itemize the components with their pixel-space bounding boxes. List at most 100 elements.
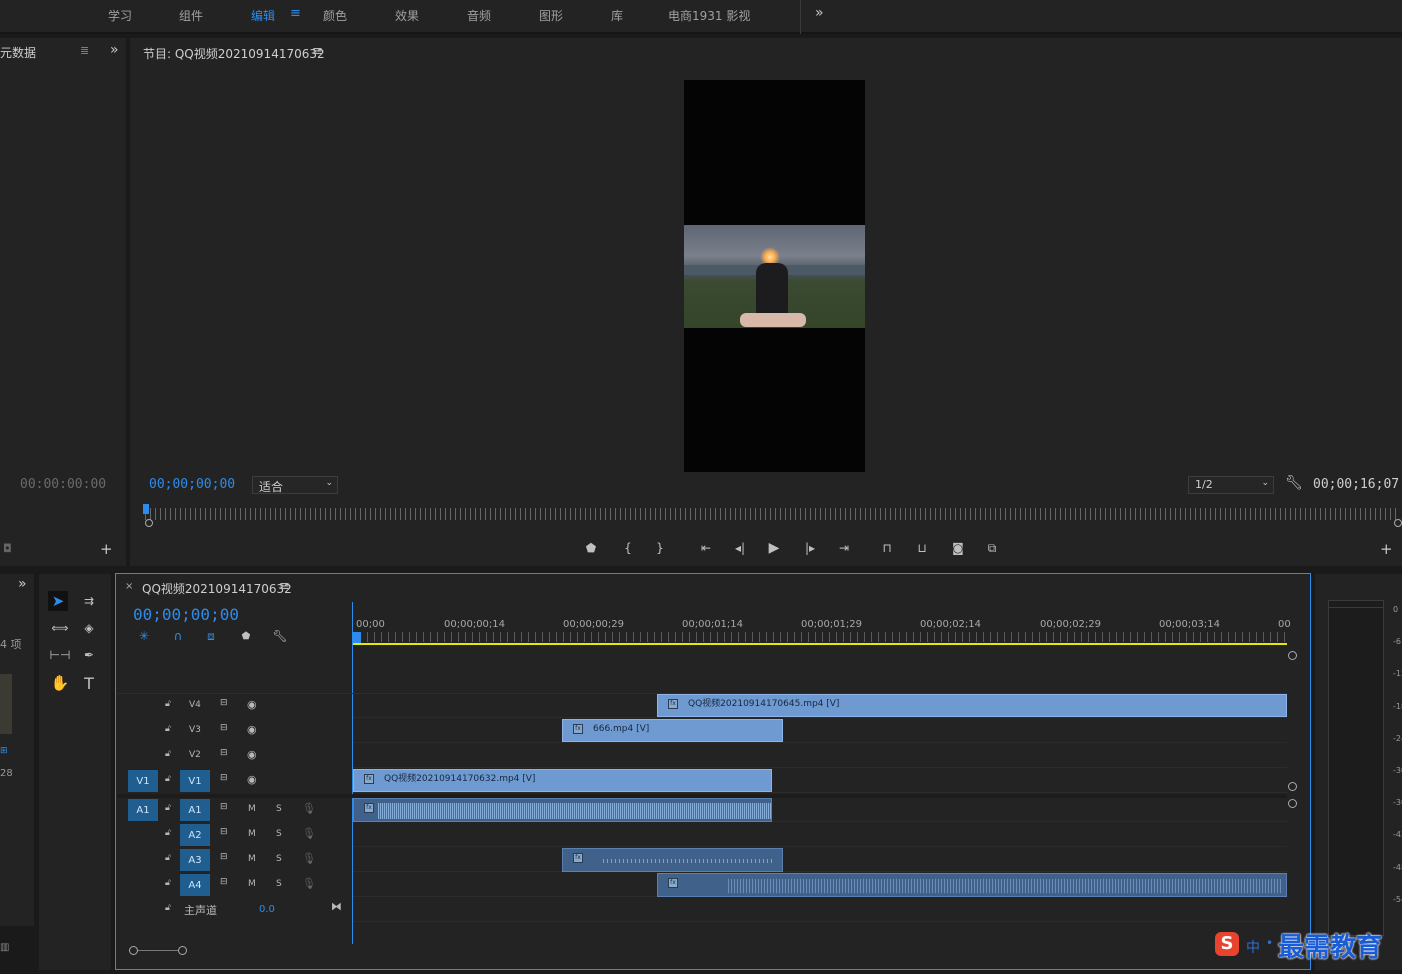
type-tool-icon[interactable]: T (79, 673, 99, 693)
lift-icon[interactable]: ⊓ (877, 538, 897, 558)
metadata-panel-title[interactable]: 元数据 (0, 44, 36, 61)
lock-icon[interactable]: 🔓︎ (165, 699, 171, 709)
workspace-tab-libraries[interactable]: 库 (611, 7, 623, 24)
mark-in-icon[interactable]: { (618, 538, 638, 558)
sync-lock-icon[interactable]: ⊟ (220, 827, 228, 837)
track-target-a4[interactable]: A4 (180, 874, 210, 896)
step-back-icon[interactable]: ◂| (730, 538, 750, 558)
program-monitor-title[interactable]: 节目: QQ视频20210914170632 (143, 45, 325, 62)
go-to-in-icon[interactable]: ⇤ (696, 538, 716, 558)
workspace-tab-color[interactable]: 颜色 (323, 7, 347, 24)
mute-button[interactable]: M (248, 804, 256, 814)
wrench-icon[interactable]: 🔧︎ (1285, 475, 1303, 491)
timeline-ruler[interactable] (353, 632, 1287, 642)
project-thumbnail[interactable] (0, 674, 12, 734)
scroll-handle-left[interactable] (129, 946, 138, 955)
track-name[interactable]: V3 (189, 725, 201, 735)
hand-tool-icon[interactable]: ✋ (50, 673, 70, 693)
video-frame[interactable] (684, 80, 865, 472)
track-select-tool-icon[interactable]: ⇉ (79, 591, 99, 611)
track-lane-a2[interactable] (353, 823, 1287, 847)
track-lane-master[interactable] (353, 898, 1287, 922)
timeline-timecode[interactable]: 00;00;00;00 (133, 605, 239, 624)
vertical-scroll-handle[interactable] (1288, 651, 1297, 660)
solo-button[interactable]: S (276, 804, 282, 814)
workspace-tab-graphics[interactable]: 图形 (539, 7, 563, 24)
audio-clip-a1[interactable]: fx (353, 798, 772, 822)
add-marker-icon[interactable]: ⬟ (236, 626, 256, 646)
solo-button[interactable]: S (276, 854, 282, 864)
vertical-scroll-handle[interactable] (1288, 799, 1297, 808)
timeline-settings-icon[interactable]: 🔧︎ (270, 626, 290, 646)
go-to-end-icon[interactable]: ⧓ (331, 900, 342, 913)
zoom-handle-left[interactable] (145, 519, 153, 527)
trash-icon[interactable]: ▥ (0, 942, 9, 953)
mute-button[interactable]: M (248, 879, 256, 889)
lock-icon[interactable]: 🔓︎ (165, 749, 171, 759)
sequence-icon[interactable]: ⊞ (0, 746, 8, 756)
track-target-a2[interactable]: A2 (180, 824, 210, 846)
panel-menu-icon[interactable]: ≡ (279, 579, 290, 594)
panel-overflow-icon[interactable]: » (18, 576, 27, 592)
solo-button[interactable]: S (276, 829, 282, 839)
vertical-scroll-handle[interactable] (1288, 782, 1297, 791)
eye-icon[interactable]: ◉ (247, 748, 257, 761)
track-name[interactable]: V2 (189, 750, 201, 760)
lock-icon[interactable]: 🔓︎ (165, 853, 171, 863)
eye-icon[interactable]: ◉ (247, 773, 257, 786)
source-patch-v1[interactable]: V1 (128, 770, 158, 792)
mute-button[interactable]: M (248, 854, 256, 864)
play-icon[interactable]: ▶ (764, 538, 784, 558)
pen-tool-icon[interactable]: ✒ (79, 645, 99, 665)
lock-icon[interactable]: 🔓︎ (165, 903, 171, 913)
nest-icon[interactable]: ✳ (134, 626, 154, 646)
video-clip-v1[interactable]: fx QQ视频20210914170632.mp4 [V] (353, 769, 772, 792)
microphone-icon[interactable]: 🎙︎ (302, 802, 316, 815)
track-target-v1[interactable]: V1 (180, 770, 210, 792)
sync-lock-icon[interactable]: ⊟ (220, 698, 228, 708)
snap-magnet-icon[interactable]: ∩ (168, 626, 188, 646)
video-clip-v4[interactable]: fx QQ视频20210914170645.mp4 [V] (657, 694, 1287, 717)
solo-button[interactable]: S (276, 879, 282, 889)
track-lane-v2[interactable] (353, 744, 1287, 768)
zoom-dropdown[interactable]: 适合 ⌄ (252, 476, 338, 494)
sync-lock-icon[interactable]: ⊟ (220, 852, 228, 862)
track-target-a3[interactable]: A3 (180, 849, 210, 871)
source-patch-a1[interactable]: A1 (128, 799, 158, 821)
add-marker-icon[interactable]: ⬟ (581, 538, 601, 558)
mark-out-icon[interactable]: } (650, 538, 670, 558)
eye-icon[interactable]: ◉ (247, 723, 257, 736)
slip-tool-icon[interactable]: ⊢⊣ (50, 645, 71, 665)
lock-icon[interactable]: 🔓︎ (165, 803, 171, 813)
workspace-overflow-icon[interactable]: » (815, 5, 824, 21)
time-ruler[interactable] (145, 508, 1397, 520)
selection-tool-icon[interactable]: ➤ (48, 591, 68, 611)
camera-icon[interactable]: ◘ (3, 542, 12, 555)
microphone-icon[interactable]: 🎙︎ (302, 852, 316, 865)
lock-icon[interactable]: 🔓︎ (165, 724, 171, 734)
razor-tool-icon[interactable]: ◈ (79, 618, 99, 638)
scroll-handle-right[interactable] (178, 946, 187, 955)
sync-lock-icon[interactable]: ⊟ (220, 773, 228, 783)
microphone-icon[interactable]: 🎙︎ (302, 827, 316, 840)
track-lane-v3[interactable] (353, 719, 1287, 743)
track-name[interactable]: V4 (189, 700, 201, 710)
workspace-tab-assembly[interactable]: 组件 (179, 7, 203, 24)
lock-icon[interactable]: 🔓︎ (165, 878, 171, 888)
playhead-timecode[interactable]: 00;00;00;00 (149, 477, 235, 492)
track-target-a1[interactable]: A1 (180, 799, 210, 821)
ripple-edit-tool-icon[interactable]: ⟺ (50, 618, 70, 638)
track-lane-a3[interactable] (353, 848, 1287, 872)
comparison-view-icon[interactable]: ⧉ (982, 538, 1002, 558)
sync-lock-icon[interactable]: ⊟ (220, 802, 228, 812)
resolution-dropdown[interactable]: 1/2 ⌄ (1188, 476, 1274, 494)
lock-icon[interactable]: 🔓︎ (165, 828, 171, 838)
zoom-handle-right[interactable] (1394, 519, 1402, 527)
microphone-icon[interactable]: 🎙︎ (302, 877, 316, 890)
add-button[interactable]: + (1380, 540, 1393, 558)
sync-lock-icon[interactable]: ⊟ (220, 723, 228, 733)
add-button[interactable]: + (100, 540, 113, 558)
master-volume-value[interactable]: 0.0 (259, 904, 275, 915)
playhead-marker[interactable] (352, 632, 361, 643)
workspace-tab-learn[interactable]: 学习 (108, 7, 132, 24)
